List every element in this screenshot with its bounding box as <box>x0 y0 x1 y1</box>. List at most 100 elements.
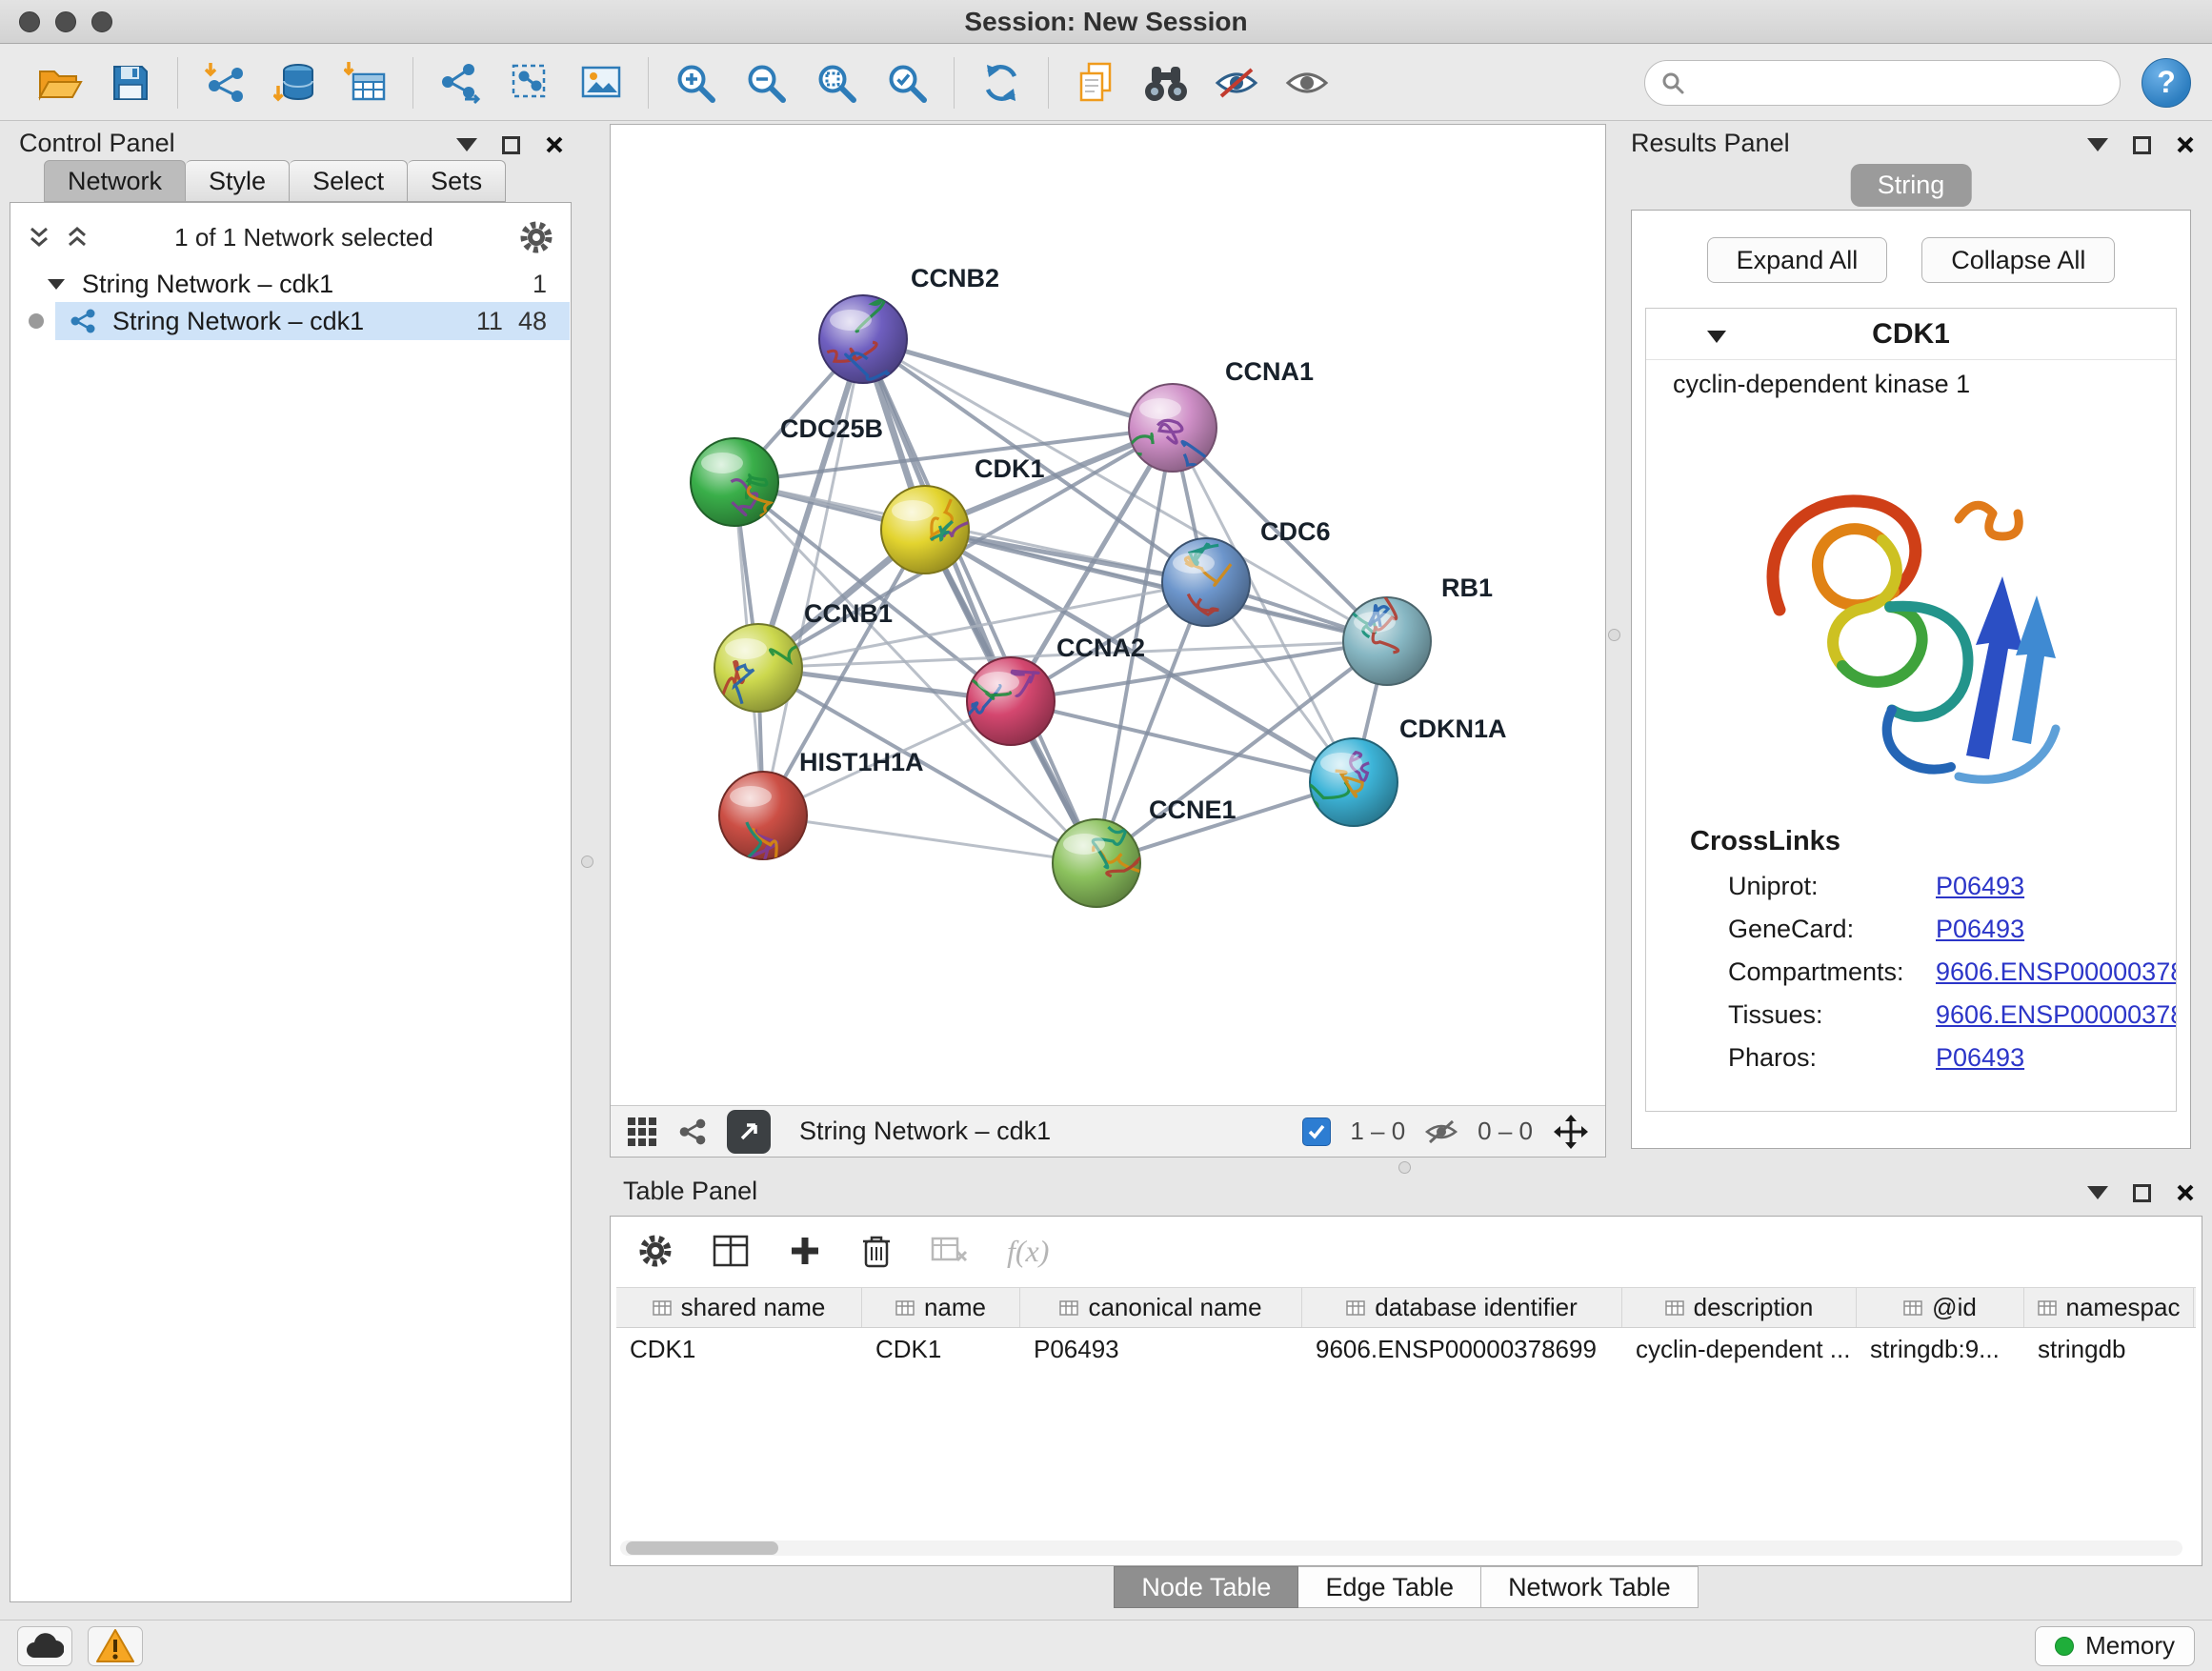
hide-graphics-details-button[interactable] <box>1201 51 1272 114</box>
panel-float-icon[interactable] <box>2133 136 2151 154</box>
uniprot-link[interactable]: P06493 <box>1936 872 2024 901</box>
tab-edge-table[interactable]: Edge Table <box>1298 1566 1481 1608</box>
show-columns-icon[interactable] <box>712 1234 750 1268</box>
window-titlebar: Session: New Session <box>0 0 2212 44</box>
add-column-icon[interactable] <box>788 1234 822 1268</box>
open-session-button[interactable] <box>25 51 95 114</box>
network-node[interactable] <box>1162 538 1250 626</box>
tab-style[interactable]: Style <box>186 160 290 202</box>
splitter-handle[interactable] <box>581 856 593 868</box>
panel-float-icon[interactable] <box>502 136 520 154</box>
fit-content-crosshair-icon[interactable] <box>1552 1113 1590 1151</box>
close-window-button[interactable] <box>19 11 40 32</box>
tab-sets[interactable]: Sets <box>408 160 506 202</box>
column-header[interactable]: database identifier <box>1302 1288 1622 1327</box>
network-share-icon[interactable] <box>677 1117 708 1147</box>
export-network-button[interactable] <box>425 51 495 114</box>
tab-string[interactable]: String <box>1851 164 1972 207</box>
cloud-status-button[interactable] <box>17 1626 72 1666</box>
zoom-in-button[interactable] <box>660 51 731 114</box>
memory-button[interactable]: Memory <box>2035 1626 2195 1666</box>
column-header[interactable]: shared name <box>616 1288 862 1327</box>
zoom-window-button[interactable] <box>91 11 112 32</box>
panel-menu-icon[interactable] <box>2087 138 2108 151</box>
network-node[interactable] <box>1120 384 1217 476</box>
selected-checkbox[interactable] <box>1302 1117 1331 1146</box>
network-node[interactable] <box>1053 819 1146 907</box>
import-table-button[interactable] <box>331 51 401 114</box>
import-network-file-button[interactable] <box>190 51 260 114</box>
delete-column-trash-icon[interactable] <box>860 1232 893 1270</box>
tab-select[interactable]: Select <box>290 160 408 202</box>
table-row[interactable]: CDK1 CDK1 P06493 9606.ENSP00000378699 cy… <box>616 1328 2196 1370</box>
network-view[interactable]: CCNB2CCNA1CDC25BCDK1CDC6RB1CCNB1CCNA2CDK… <box>610 124 1606 1158</box>
network-edge <box>763 339 863 815</box>
collapse-section-icon[interactable] <box>1705 328 1728 345</box>
tab-node-table[interactable]: Node Table <box>1114 1566 1298 1608</box>
network-collection-row[interactable]: String Network – cdk1 1 <box>11 266 570 302</box>
gear-icon[interactable] <box>518 219 554 255</box>
horizontal-scrollbar[interactable] <box>620 1540 2182 1556</box>
column-header[interactable]: description <box>1622 1288 1857 1327</box>
collapse-all-button[interactable]: Collapse All <box>1921 237 2115 283</box>
minimize-window-button[interactable] <box>55 11 76 32</box>
table-settings-gear-icon[interactable] <box>637 1233 674 1269</box>
node-table-body: f(x) shared name name canonical name dat… <box>610 1216 2202 1566</box>
delete-table-icon[interactable] <box>931 1235 969 1267</box>
column-header[interactable]: canonical name <box>1020 1288 1302 1327</box>
compartments-link[interactable]: 9606.ENSP00000378699 <box>1936 957 2177 987</box>
zoom-out-button[interactable] <box>731 51 801 114</box>
column-header[interactable]: namespac <box>2024 1288 2194 1327</box>
network-row[interactable]: String Network – cdk1 11 48 <box>11 302 570 340</box>
network-canvas[interactable]: CCNB2CCNA1CDC25BCDK1CDC6RB1CCNB1CCNA2CDK… <box>611 125 1605 1105</box>
export-view-button[interactable] <box>727 1110 771 1154</box>
expand-all-icon[interactable] <box>65 225 90 250</box>
network-node[interactable] <box>719 772 807 874</box>
splitter-handle[interactable] <box>1398 1161 1411 1174</box>
network-selection-status: 1 of 1 Network selected <box>103 223 505 252</box>
network-node[interactable] <box>935 657 1055 745</box>
panel-close-icon[interactable] <box>2176 135 2195 154</box>
help-button[interactable]: ? <box>2142 58 2191 108</box>
zoom-fit-icon <box>814 61 858 105</box>
tab-network[interactable]: Network <box>44 160 186 202</box>
panel-menu-icon[interactable] <box>456 138 477 151</box>
tree-expand-icon[interactable] <box>46 275 67 292</box>
network-node[interactable] <box>819 277 907 383</box>
current-network-indicator <box>29 313 44 329</box>
save-session-button[interactable] <box>95 51 166 114</box>
zoom-selected-icon <box>885 61 929 105</box>
tissues-link[interactable]: 9606.ENSP00000378699 <box>1936 1000 2177 1030</box>
crosslinks-title: CrossLinks <box>1646 815 2176 865</box>
network-node[interactable] <box>1343 593 1431 685</box>
pharos-link[interactable]: P06493 <box>1936 1043 2024 1073</box>
show-graphics-details-button[interactable] <box>1272 51 1342 114</box>
duplicate-network-button[interactable] <box>1060 51 1131 114</box>
network-node[interactable] <box>1306 738 1398 826</box>
search-network-button[interactable] <box>1131 51 1201 114</box>
hidden-eye-slash-icon[interactable] <box>1424 1117 1458 1146</box>
collapse-all-icon[interactable] <box>27 225 51 250</box>
birds-eye-view-icon[interactable] <box>626 1116 658 1148</box>
splitter-handle[interactable] <box>1608 629 1620 641</box>
import-network-database-button[interactable] <box>260 51 331 114</box>
zoom-selected-button[interactable] <box>872 51 942 114</box>
column-header[interactable]: @id <box>1857 1288 2024 1327</box>
column-header[interactable]: name <box>862 1288 1020 1327</box>
genecard-link[interactable]: P06493 <box>1936 915 2024 944</box>
zoom-fit-button[interactable] <box>801 51 872 114</box>
search-input[interactable] <box>1695 68 2104 97</box>
export-image-button[interactable] <box>566 51 636 114</box>
warnings-button[interactable] <box>88 1626 143 1666</box>
scrollbar-thumb[interactable] <box>626 1541 778 1555</box>
tab-network-table[interactable]: Network Table <box>1481 1566 1699 1608</box>
new-network-from-selection-button[interactable] <box>495 51 566 114</box>
panel-close-icon[interactable] <box>2176 1183 2195 1202</box>
function-builder-icon[interactable]: f(x) <box>1007 1234 1049 1269</box>
apply-layout-button[interactable] <box>966 51 1036 114</box>
panel-close-icon[interactable] <box>545 135 564 154</box>
expand-all-button[interactable]: Expand All <box>1707 237 1888 283</box>
panel-menu-icon[interactable] <box>2087 1186 2108 1199</box>
network-node[interactable] <box>881 486 988 574</box>
panel-float-icon[interactable] <box>2133 1184 2151 1202</box>
